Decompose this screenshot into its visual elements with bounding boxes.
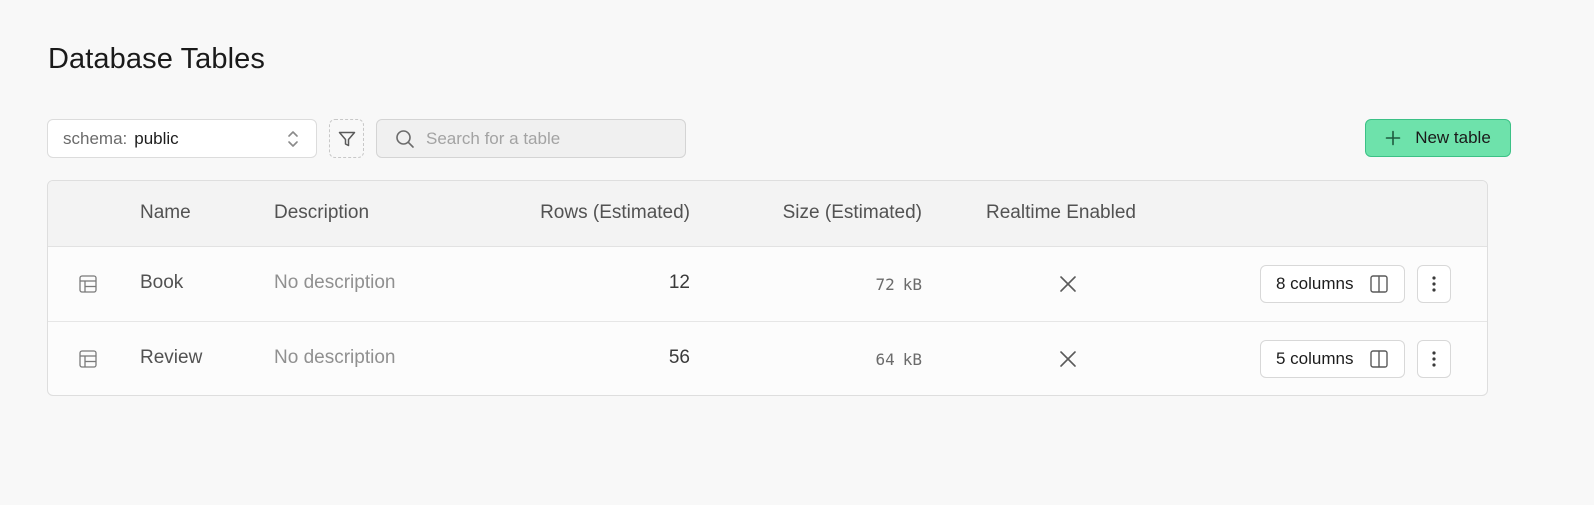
header-name: Name — [140, 202, 191, 223]
x-icon — [1058, 349, 1078, 369]
columns-button[interactable]: 8 columns — [1260, 265, 1405, 303]
more-options-button[interactable] — [1417, 265, 1451, 303]
tables-list: Name Description Rows (Estimated) Size (… — [47, 180, 1488, 396]
search-icon — [395, 129, 415, 149]
search-input[interactable] — [426, 128, 676, 149]
page-title: Database Tables — [48, 43, 266, 75]
size-unit: kB — [902, 350, 922, 369]
more-vertical-icon — [1431, 275, 1437, 293]
more-vertical-icon — [1431, 350, 1437, 368]
table-size-estimated: 64 kB — [875, 350, 922, 369]
table-name[interactable]: Book — [140, 272, 183, 294]
header-realtime-enabled: Realtime Enabled — [986, 202, 1136, 223]
database-tables-page: Database Tables schema: public Search fo… — [0, 0, 1594, 505]
table-row[interactable]: Review No description 56 64 kB 5 columns — [48, 322, 1487, 395]
table-row[interactable]: Book No description 12 72 kB 8 columns — [48, 247, 1487, 322]
table-description: No description — [274, 272, 396, 293]
columns-button[interactable]: 5 columns — [1260, 340, 1405, 378]
table-description: No description — [274, 347, 396, 368]
columns-icon — [1370, 350, 1388, 368]
table-name[interactable]: Review — [140, 347, 202, 369]
new-table-label: New table — [1415, 128, 1491, 147]
chevron-up-down-icon — [286, 129, 300, 149]
search-box — [376, 119, 686, 158]
filter-icon — [337, 129, 357, 149]
schema-selector-value: public — [134, 128, 179, 148]
more-options-button[interactable] — [1417, 340, 1451, 378]
filter-button[interactable] — [329, 119, 364, 158]
table-header: Name Description Rows (Estimated) Size (… — [48, 181, 1487, 247]
x-icon — [1058, 274, 1078, 294]
size-value: 72 — [875, 275, 895, 294]
columns-button-label: 5 columns — [1276, 349, 1354, 368]
table-rows-estimated: 12 — [668, 272, 690, 293]
table-icon — [79, 350, 97, 368]
header-rows-estimated: Rows (Estimated) — [540, 202, 690, 223]
plus-icon — [1385, 130, 1401, 146]
size-unit: kB — [902, 275, 922, 294]
toolbar: schema: public Search for a table New ta… — [47, 119, 1511, 159]
table-size-estimated: 72 kB — [875, 275, 922, 294]
table-rows-estimated: 56 — [668, 347, 690, 368]
table-icon — [79, 275, 97, 293]
columns-icon — [1370, 275, 1388, 293]
header-size-estimated: Size (Estimated) — [782, 202, 922, 223]
size-value: 64 — [875, 350, 895, 369]
columns-button-label: 8 columns — [1276, 274, 1354, 293]
header-description: Description — [274, 202, 370, 223]
schema-selector[interactable]: schema: public — [47, 119, 317, 158]
schema-selector-prefix: schema: — [63, 128, 128, 148]
new-table-button[interactable]: New table — [1365, 119, 1511, 157]
